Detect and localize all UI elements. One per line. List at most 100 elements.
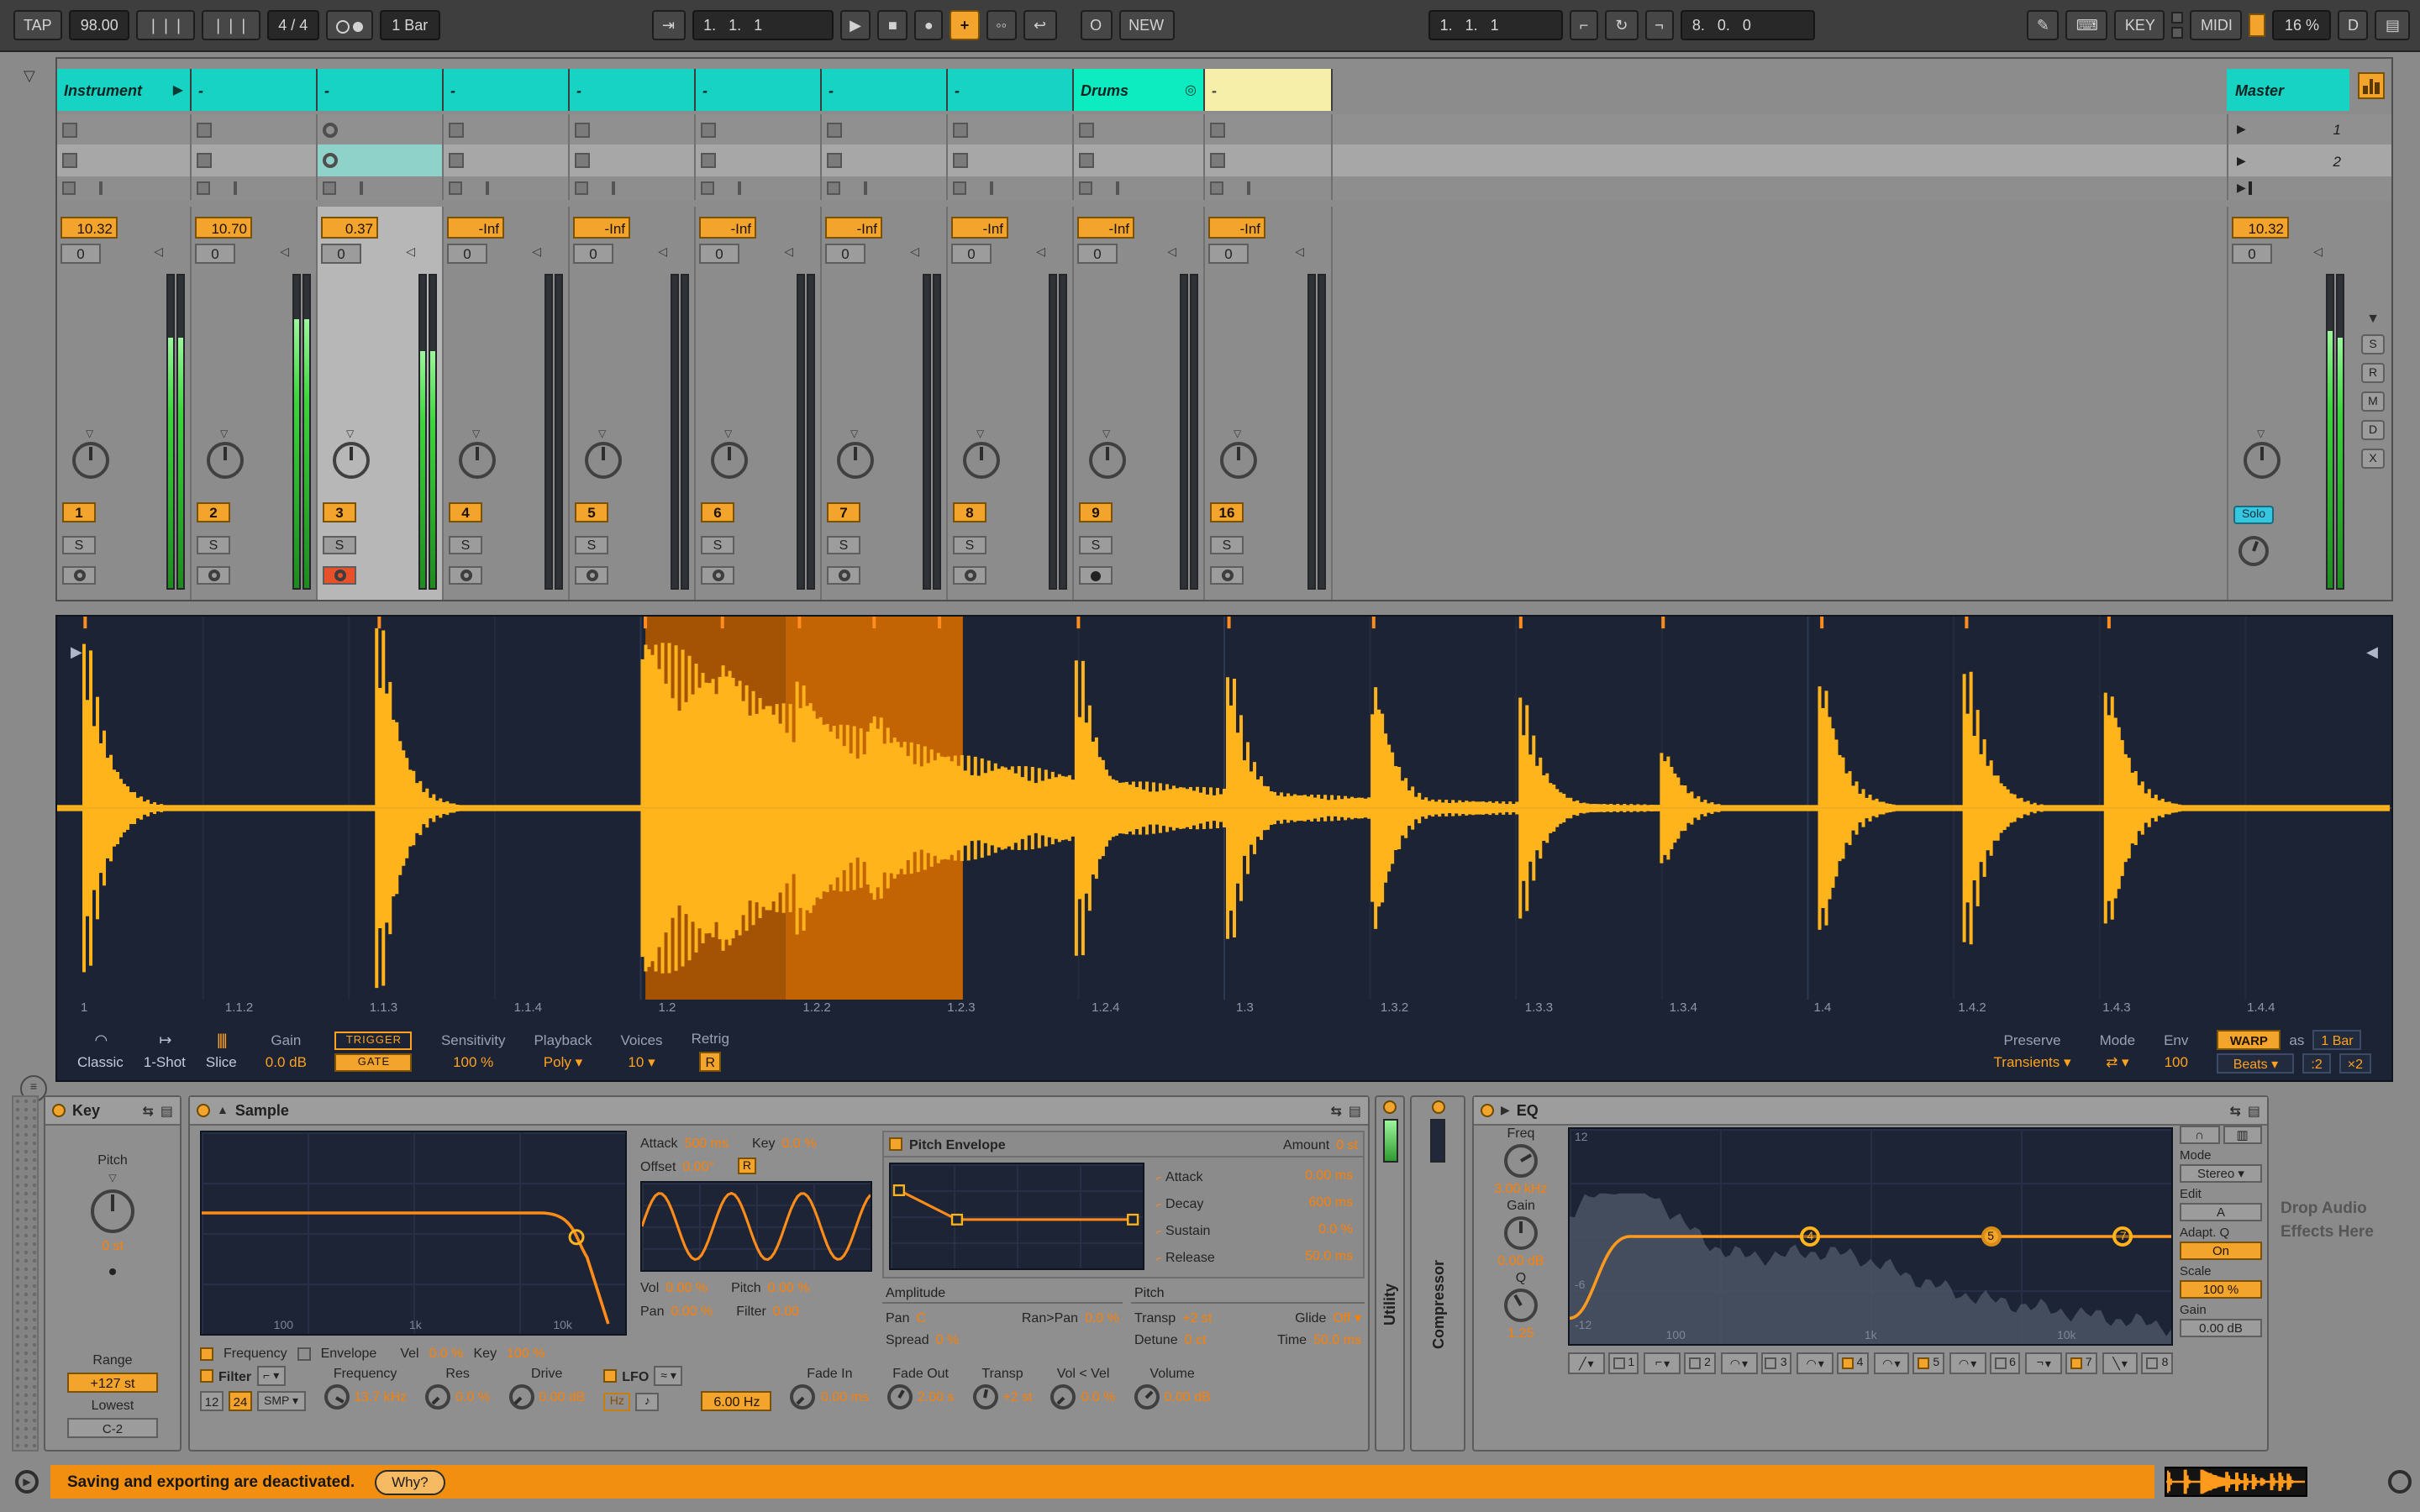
hot-swap-icon[interactable]: ⇆: [2229, 1103, 2240, 1118]
warp-length-button[interactable]: 1 Bar: [2312, 1029, 2361, 1049]
vol-vel-control[interactable]: Vol < Vel 0.0 %: [1051, 1366, 1116, 1410]
glide-dropdown[interactable]: Off ▾: [1333, 1310, 1361, 1326]
stop-clip-slot[interactable]: [1074, 176, 1205, 200]
clip-slot[interactable]: [1074, 144, 1205, 176]
master-volume-field[interactable]: 10.32: [2232, 217, 2289, 239]
track-pan-field[interactable]: 0: [573, 244, 613, 264]
track-header-icon[interactable]: ◎: [1185, 82, 1197, 97]
device-power-icon[interactable]: [197, 1104, 210, 1117]
half-tempo-button[interactable]: :2: [2302, 1053, 2330, 1073]
filter-circuit-dropdown[interactable]: SMP ▾: [257, 1391, 305, 1411]
voices-control[interactable]: Voices 10 ▾: [620, 1031, 662, 1071]
amount-value[interactable]: 0 st: [1336, 1137, 1358, 1152]
env-control[interactable]: Env 100: [2164, 1032, 2188, 1070]
preserve-control[interactable]: Preserve Transients ▾: [1994, 1031, 2071, 1071]
arrangement-position-display[interactable]: 1. 1. 1: [692, 10, 833, 40]
scene-launch-2[interactable]: ▶ 2: [2227, 144, 2349, 176]
arrangement-overview[interactable]: [2165, 1467, 2307, 1497]
eq-band-shape-dropdown[interactable]: ◠▾: [1797, 1352, 1833, 1374]
eq-mode-dropdown[interactable]: Stereo ▾: [2180, 1164, 2262, 1183]
pan-knob[interactable]: [1220, 442, 1257, 479]
cue-solo-badge[interactable]: Solo: [2233, 506, 2274, 524]
pan-knob[interactable]: [837, 442, 874, 479]
pitch-knob[interactable]: [91, 1189, 134, 1233]
stop-clip-slot[interactable]: [570, 176, 696, 200]
fade-out-knob[interactable]: [887, 1384, 913, 1410]
tap-tempo-button[interactable]: TAP: [13, 10, 62, 40]
track-header[interactable]: Drums ◎: [1074, 69, 1205, 111]
stop-clip-slot[interactable]: [696, 176, 822, 200]
track-activator-button[interactable]: 16: [1210, 502, 1244, 522]
filter-checkbox[interactable]: [200, 1369, 213, 1383]
tab-classic[interactable]: ◠ Classic: [77, 1032, 124, 1070]
clip-slot[interactable]: [1205, 114, 1333, 144]
pan-knob[interactable]: [585, 442, 622, 479]
retrig-button[interactable]: R: [699, 1052, 721, 1072]
stop-clip-slot[interactable]: [57, 176, 192, 200]
pitch-envelope-checkbox[interactable]: [889, 1137, 902, 1151]
preview-volume-knob[interactable]: [2238, 536, 2269, 566]
frequency-value[interactable]: 13.7 kHz: [354, 1389, 407, 1404]
arm-button[interactable]: [449, 566, 482, 585]
gain-value[interactable]: 0.0 dB: [266, 1053, 307, 1070]
solo-button[interactable]: S: [701, 536, 734, 554]
clip-slot[interactable]: [444, 114, 570, 144]
key-device-header[interactable]: Key ⇆▤: [45, 1097, 180, 1126]
punch-in-button[interactable]: ⌐: [1570, 10, 1599, 40]
follow-button[interactable]: ⇥: [652, 10, 685, 40]
midi-map-button[interactable]: MIDI: [2191, 10, 2243, 40]
clip-slot[interactable]: [192, 114, 318, 144]
eq-freq-knob[interactable]: [1504, 1144, 1538, 1178]
track-header[interactable]: Instrument ▶: [57, 69, 192, 111]
save-preset-icon[interactable]: ▤: [160, 1103, 173, 1118]
eq-analyze-button[interactable]: ▥: [2223, 1126, 2262, 1144]
warp-button[interactable]: WARP: [2217, 1029, 2281, 1049]
solo-button[interactable]: S: [323, 536, 356, 554]
pan-knob[interactable]: [333, 442, 370, 479]
keytrack-value[interactable]: 100 %: [507, 1346, 544, 1361]
playback-dropdown[interactable]: Poly ▾: [544, 1053, 582, 1071]
stop-clip-slot[interactable]: [1205, 176, 1333, 200]
overdub-button[interactable]: +: [950, 10, 980, 40]
scene-launch-1[interactable]: ▶ 1: [2227, 114, 2349, 144]
track-activator-button[interactable]: 7: [827, 502, 860, 522]
track-header[interactable]: -: [948, 69, 1074, 111]
unfold-icon[interactable]: ▶: [1501, 1104, 1510, 1117]
beat-time-ruler[interactable]: 1 1.1.2 1.1.3 1.1.4 1.2 1.2.2 1.2.3 1.2.…: [81, 1000, 2391, 1021]
stop-clip-slot[interactable]: [192, 176, 318, 200]
clip-slot[interactable]: [1205, 144, 1333, 176]
clip-slot[interactable]: [1074, 114, 1205, 144]
vol-vel-value[interactable]: 0.0 %: [1081, 1389, 1116, 1404]
hot-swap-icon[interactable]: ⇆: [1330, 1103, 1341, 1118]
eq-band-node[interactable]: 5: [1981, 1226, 2001, 1247]
track-header[interactable]: -: [318, 69, 444, 111]
clip-slot[interactable]: [318, 114, 444, 144]
track-header[interactable]: -: [444, 69, 570, 111]
penv-attack-value[interactable]: 0.00 ms: [1305, 1167, 1353, 1182]
lfo-display[interactable]: [640, 1181, 872, 1272]
eq-band-shape-dropdown[interactable]: ⌐▾: [1644, 1352, 1681, 1374]
volume-value[interactable]: 0.00 dB: [1165, 1389, 1211, 1404]
track-volume-field[interactable]: -Inf: [825, 217, 882, 239]
track-pan-field[interactable]: 0: [447, 244, 487, 264]
fade-out-control[interactable]: Fade Out 2.00 s: [887, 1366, 955, 1410]
eq-band-shape-dropdown[interactable]: ╲▾: [2102, 1352, 2139, 1374]
loop-button[interactable]: ↻: [1605, 10, 1638, 40]
eq-q-value[interactable]: 1.25: [1507, 1326, 1534, 1341]
device-power-icon[interactable]: [1481, 1104, 1494, 1117]
penv-sustain-value[interactable]: 0.0 %: [1318, 1221, 1353, 1236]
draw-mode-button[interactable]: ✎: [2027, 10, 2060, 40]
warp-mode-dropdown[interactable]: Beats ▾: [2217, 1053, 2294, 1073]
pan-knob[interactable]: [207, 442, 244, 479]
arm-button[interactable]: [1210, 566, 1244, 585]
session-record-button[interactable]: O: [1080, 10, 1112, 40]
eq-band-shape-dropdown[interactable]: ╱▾: [1568, 1352, 1605, 1374]
amp-pan-value[interactable]: C: [916, 1310, 926, 1326]
mixer-section-toggle[interactable]: R: [2361, 363, 2385, 383]
clip-slot[interactable]: [570, 114, 696, 144]
lfo-pan-value[interactable]: 0.00 %: [671, 1303, 713, 1318]
clip-slot[interactable]: [696, 114, 822, 144]
arm-button[interactable]: [197, 566, 230, 585]
track-activator-button[interactable]: 4: [449, 502, 482, 522]
transpose-knob[interactable]: [972, 1384, 997, 1410]
